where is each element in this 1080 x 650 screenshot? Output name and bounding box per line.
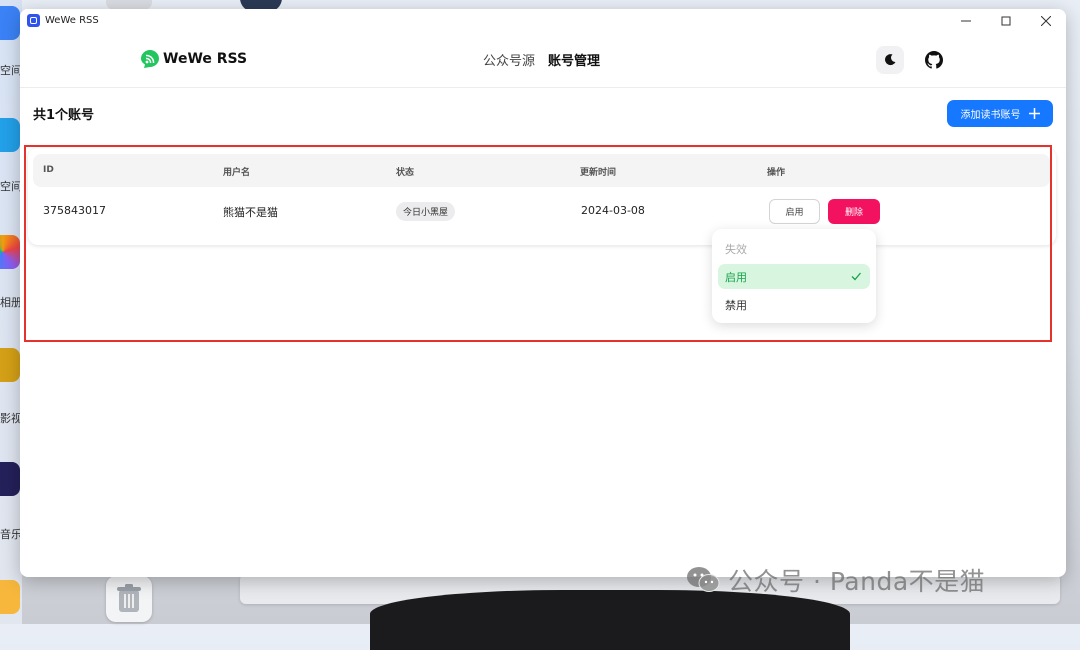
notes-app-icon[interactable] <box>0 580 20 614</box>
main-nav: 公众号源 账号管理 <box>483 50 600 69</box>
desktop-app-label: 相册 <box>0 296 22 309</box>
add-account-label: 添加读书账号 <box>960 110 1021 121</box>
status-dropdown-menu: 失效 启用 禁用 <box>712 229 876 323</box>
trash-icon[interactable] <box>106 576 152 622</box>
cell-id: 375843017 <box>43 204 106 217</box>
desktop-left-strip: 空间 空间 相册 影视 音乐 <box>0 0 22 624</box>
watermark: 公众号 · Panda不是猫 <box>686 562 985 598</box>
close-icon <box>1041 15 1051 26</box>
dropdown-option-enable[interactable]: 启用 <box>718 264 870 289</box>
column-header-id: ID <box>43 165 54 175</box>
title-bar: WeWe RSS <box>20 9 1066 32</box>
accounts-table: ID 用户名 状态 更新时间 操作 375843017 熊猫不是猫 今日小黑屋 … <box>28 148 1056 245</box>
dropdown-option-label: 禁用 <box>725 298 747 312</box>
cell-username: 熊猫不是猫 <box>223 206 278 219</box>
nav-link-feeds[interactable]: 公众号源 <box>483 50 535 69</box>
music-app-icon[interactable] <box>0 462 20 496</box>
cell-updated: 2024-03-08 <box>581 204 645 217</box>
photos-app-icon[interactable] <box>0 235 20 269</box>
brand-name: WeWe RSS <box>163 51 248 67</box>
desktop-app-icon[interactable] <box>0 6 20 40</box>
check-icon <box>851 272 861 281</box>
moon-icon <box>885 54 896 66</box>
theme-toggle-button[interactable] <box>876 46 904 74</box>
watermark-text: 公众号 · Panda不是猫 <box>728 567 986 596</box>
account-count-title: 共1个账号 <box>33 108 95 123</box>
video-app-icon[interactable] <box>0 348 20 382</box>
app-window: WeWe RSS WeWe RSS 公众号源 账号管理 共1个账号 添加读书账号… <box>20 9 1066 577</box>
nav-link-accounts[interactable]: 账号管理 <box>548 50 600 69</box>
dropdown-option-label: 失效 <box>725 242 747 256</box>
column-header-status: 状态 <box>396 168 415 178</box>
wallpaper-shape <box>370 590 850 650</box>
maximize-button[interactable] <box>986 9 1026 32</box>
minimize-icon <box>961 20 971 21</box>
window-title: WeWe RSS <box>45 15 99 26</box>
desktop-app-label: 空间 <box>0 64 22 77</box>
maximize-icon <box>1001 16 1011 25</box>
add-account-button[interactable]: 添加读书账号 <box>947 100 1053 127</box>
github-icon <box>925 51 943 69</box>
window-controls <box>946 9 1066 32</box>
top-navbar: WeWe RSS 公众号源 账号管理 <box>20 32 1066 88</box>
desktop-app-label: 音乐 <box>0 528 22 541</box>
column-header-username: 用户名 <box>223 168 251 178</box>
delete-button[interactable]: 删除 <box>828 199 880 224</box>
close-button[interactable] <box>1026 9 1066 32</box>
column-header-actions: 操作 <box>767 168 786 178</box>
dropdown-option-invalid: 失效 <box>718 236 870 261</box>
desktop-app-icon[interactable] <box>0 118 20 152</box>
nav-actions <box>876 46 948 74</box>
desktop-app-label: 空间 <box>0 180 22 193</box>
dropdown-option-disable[interactable]: 禁用 <box>718 292 870 317</box>
wechat-icon <box>687 567 720 592</box>
dropdown-option-label: 启用 <box>725 270 747 284</box>
app-icon <box>27 14 40 27</box>
github-button[interactable] <box>920 46 948 74</box>
table-header: ID 用户名 状态 更新时间 操作 <box>33 154 1050 187</box>
rss-logo-icon <box>141 50 159 68</box>
plus-icon <box>1028 108 1040 119</box>
brand-logo[interactable]: WeWe RSS <box>140 49 247 69</box>
enable-select-button[interactable]: 启用 <box>769 199 820 224</box>
status-badge: 今日小黑屋 <box>396 202 456 221</box>
minimize-button[interactable] <box>946 9 986 32</box>
desktop-app-label: 影视 <box>0 412 22 425</box>
column-header-updated: 更新时间 <box>580 168 617 178</box>
